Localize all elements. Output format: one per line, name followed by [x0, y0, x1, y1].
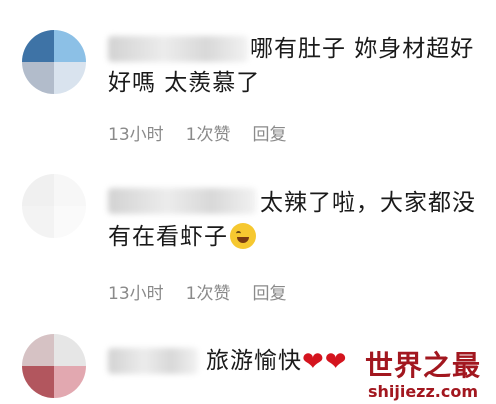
like-button[interactable]: 1次赞 [186, 120, 231, 145]
watermark-title: 世界之最 [364, 349, 481, 382]
reply-button[interactable]: 回复 [252, 279, 286, 304]
avatar-tile [22, 174, 54, 206]
avatar-tile [54, 174, 86, 206]
comment-text-body: 旅游愉快 [206, 348, 302, 374]
avatar[interactable] [22, 174, 86, 238]
avatar-tile [22, 206, 54, 238]
comment-text: 哪有肚子 妳身材超好好嗎 太羨慕了 [108, 36, 475, 96]
comment-text-body: 太辣了啦，大家都没有在看虾子 [108, 190, 476, 250]
avatar-tile [54, 62, 86, 94]
avatar-tile [54, 30, 86, 62]
heart-emoji-icon: ❤❤ [302, 347, 348, 377]
avatar-tile [54, 334, 86, 366]
avatar[interactable] [22, 30, 86, 94]
comment-time: 13小时 [108, 125, 164, 145]
avatar-tile [54, 206, 86, 238]
avatar-tile [22, 334, 54, 366]
reply-button[interactable]: 回复 [252, 120, 286, 145]
like-button[interactable]: 1次赞 [186, 279, 231, 304]
watermark: 世界之最 shijiezz.com [358, 350, 488, 402]
watermark-url: shijiezz.com [367, 382, 479, 401]
blurred-username[interactable] [108, 348, 198, 374]
avatar-tile [22, 366, 54, 398]
comment-text: 太辣了啦，大家都没有在看虾子 [108, 186, 478, 254]
avatar-tile [22, 30, 54, 62]
avatar-tile [22, 62, 54, 94]
avatar[interactable] [22, 334, 86, 398]
comment-time: 13小时 [108, 284, 164, 304]
avatar-tile [54, 366, 86, 398]
comment-meta: 13小时 1次赞 回复 [108, 120, 286, 145]
comment-meta: 13小时 1次赞 回复 [108, 279, 286, 304]
laughing-crying-emoji-icon [230, 223, 256, 249]
